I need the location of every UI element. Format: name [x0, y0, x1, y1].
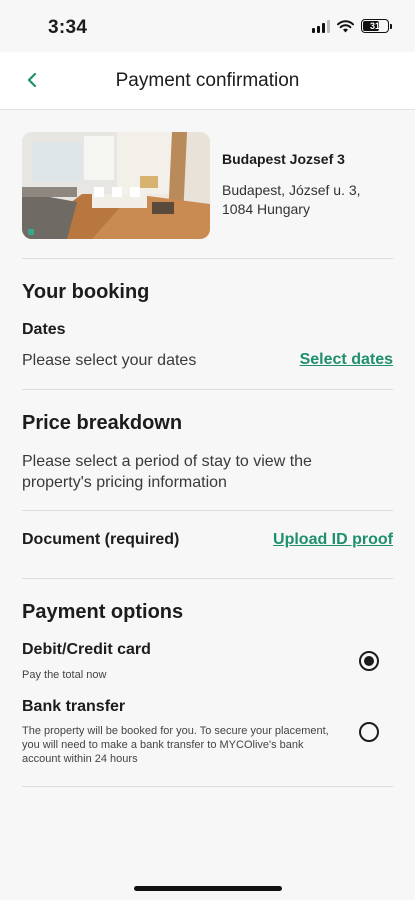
status-time: 3:34 — [48, 17, 88, 38]
divider — [22, 578, 393, 579]
status-icons: 31 — [312, 19, 392, 33]
payment-option-card-label: Debit/Credit card — [22, 641, 151, 658]
payment-option-card-description: Pay the total now — [22, 669, 107, 681]
home-indicator[interactable] — [133, 886, 282, 891]
divider — [22, 389, 393, 390]
document-label: Document (required) — [22, 531, 180, 548]
screen: 3:34 31 Payment confirmation Budapest Jo… — [0, 0, 415, 900]
battery-level: 31 — [369, 21, 380, 31]
payment-option-bank-label: Bank transfer — [22, 698, 126, 715]
property-name: Budapest Jozsef 3 — [222, 151, 345, 167]
property-info: Budapest Jozsef 3 Budapest, József u. 3,… — [222, 132, 392, 240]
property-room-image — [22, 132, 210, 239]
property-address: Budapest, József u. 3, 1084 Hungary — [222, 182, 361, 217]
divider — [22, 510, 393, 511]
page-title: Payment confirmation — [115, 70, 300, 91]
payment-option-bank-description: The property will be booked for you. To … — [22, 725, 329, 765]
divider — [22, 786, 393, 787]
bank-transfer-radio[interactable] — [359, 722, 379, 742]
property-photo — [22, 132, 210, 239]
price-info-text: Please select a period of stay to view t… — [22, 453, 312, 491]
cellular-signal-icon — [312, 19, 330, 33]
header: Payment confirmation — [0, 52, 415, 110]
battery-icon: 31 — [361, 19, 392, 33]
property-card: Budapest Jozsef 3 Budapest, József u. 3,… — [22, 132, 393, 240]
status-bar: 3:34 31 — [0, 0, 415, 52]
dates-prompt: Please select your dates — [22, 352, 197, 369]
booking-section-title: Your booking — [22, 281, 150, 303]
select-dates-link[interactable]: Select dates — [300, 351, 393, 369]
wifi-icon — [337, 19, 354, 32]
dates-label: Dates — [22, 321, 66, 338]
payment-section-title: Payment options — [22, 601, 184, 623]
price-section-title: Price breakdown — [22, 412, 183, 434]
upload-id-proof-link[interactable]: Upload ID proof — [273, 531, 393, 549]
card-payment-radio[interactable] — [359, 651, 379, 671]
divider — [22, 258, 393, 259]
